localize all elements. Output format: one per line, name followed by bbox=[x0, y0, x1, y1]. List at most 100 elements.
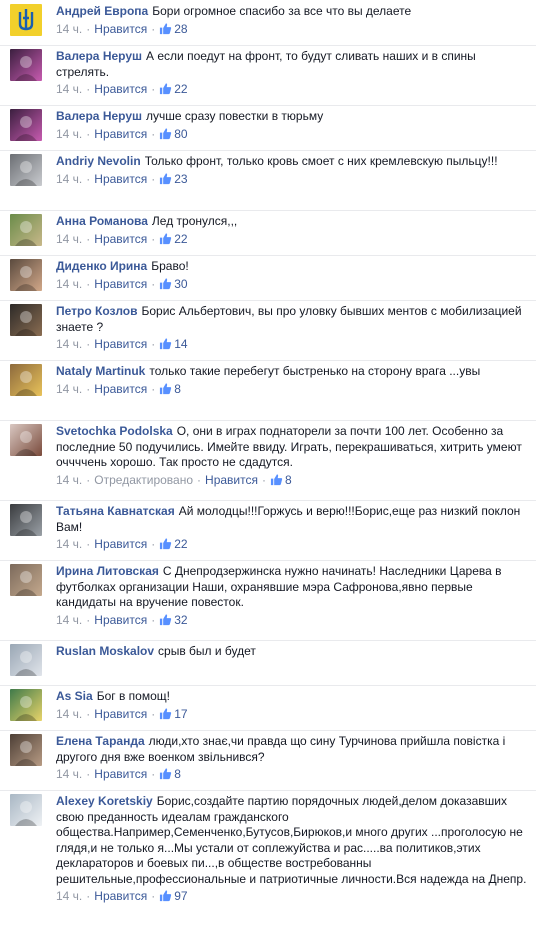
comment-divider bbox=[0, 300, 536, 301]
comment-time[interactable]: 14 ч. bbox=[56, 82, 82, 96]
separator: · bbox=[151, 706, 156, 721]
like-count-button[interactable]: 80 bbox=[159, 127, 188, 141]
comment-message: Браво! bbox=[151, 259, 189, 273]
comment-meta: 14 ч. · Отредактировано · Нравится · 8 bbox=[56, 473, 530, 488]
avatar[interactable] bbox=[10, 689, 42, 721]
comment-author[interactable]: Анна Романова bbox=[56, 214, 148, 228]
comment-time[interactable]: 14 ч. bbox=[56, 613, 82, 627]
comment-author[interactable]: Татьяна Кавнатская bbox=[56, 504, 175, 518]
comment-message: только такие перебегут быстренько на сто… bbox=[149, 364, 481, 378]
like-count-button[interactable]: 8 bbox=[270, 473, 292, 487]
like-button[interactable]: Нравится bbox=[94, 172, 147, 186]
like-count-button[interactable]: 22 bbox=[159, 231, 188, 246]
thumbs-up-icon bbox=[160, 127, 172, 139]
avatar[interactable] bbox=[10, 794, 42, 826]
like-button[interactable]: Нравится bbox=[94, 889, 147, 903]
avatar[interactable] bbox=[10, 504, 42, 536]
like-button[interactable]: Нравится bbox=[94, 613, 147, 627]
comment-author[interactable]: Петро Козлов bbox=[56, 304, 138, 318]
separator: · bbox=[151, 612, 156, 627]
comment-author[interactable]: Svetochka Podolska bbox=[56, 424, 173, 438]
like-button[interactable]: Нравится bbox=[94, 232, 147, 246]
comment-time[interactable]: 14 ч. bbox=[56, 537, 82, 551]
like-count-button[interactable]: 32 bbox=[159, 613, 188, 627]
like-count: 22 bbox=[174, 231, 188, 246]
avatar[interactable] bbox=[10, 304, 42, 336]
avatar[interactable] bbox=[10, 154, 42, 186]
avatar[interactable] bbox=[10, 49, 42, 81]
avatar[interactable] bbox=[10, 734, 42, 766]
comment-author[interactable]: Валера Неруш bbox=[56, 109, 142, 123]
comment-author[interactable]: Ирина Литовская bbox=[56, 564, 159, 578]
comment-meta: 14 ч. · Нравится · 32 bbox=[56, 613, 530, 628]
comment-author[interactable]: Валера Неруш bbox=[56, 49, 142, 63]
like-count-button[interactable]: 14 bbox=[159, 337, 188, 351]
separator: · bbox=[151, 126, 156, 141]
avatar[interactable] bbox=[10, 109, 42, 141]
comment-time[interactable]: 14 ч. bbox=[56, 382, 82, 396]
comment-meta: 14 ч. · Нравится · 14 bbox=[56, 337, 530, 352]
comment-time[interactable]: 14 ч. bbox=[56, 337, 82, 351]
comment-time[interactable]: 14 ч. bbox=[56, 127, 82, 141]
user-photo-icon bbox=[15, 696, 37, 721]
comment-text-block: Петро Козлов Борис Альбертович, вы про ул… bbox=[56, 304, 530, 335]
avatar[interactable] bbox=[10, 259, 42, 291]
comment-time[interactable]: 14 ч. bbox=[56, 889, 82, 903]
separator: · bbox=[86, 276, 91, 291]
comment-author[interactable]: Диденко Ирина bbox=[56, 259, 147, 273]
avatar[interactable] bbox=[10, 4, 42, 36]
like-count-button[interactable]: 17 bbox=[159, 707, 188, 721]
avatar[interactable] bbox=[10, 424, 42, 456]
like-button[interactable]: Нравится bbox=[205, 473, 258, 487]
comment-author[interactable]: Елена Таранда bbox=[56, 734, 145, 748]
comment-author[interactable]: Andriy Nevolin bbox=[56, 154, 141, 168]
like-count-button[interactable]: 30 bbox=[159, 277, 188, 291]
like-count-button[interactable]: 28 bbox=[159, 22, 188, 36]
comment-time[interactable]: 14 ч. bbox=[56, 767, 82, 781]
comment-time[interactable]: 14 ч. bbox=[56, 707, 82, 721]
comment-time[interactable]: 14 ч. bbox=[56, 277, 82, 291]
comment-text-block: Ирина Литовская С Днепродзержинска нужно … bbox=[56, 564, 530, 611]
comment-author[interactable]: Alexey Koretskiy bbox=[56, 794, 153, 808]
like-button[interactable]: Нравится bbox=[94, 22, 147, 36]
like-count-button[interactable]: 8 bbox=[159, 382, 181, 396]
avatar[interactable] bbox=[10, 644, 42, 676]
comment-meta: 14 ч. · Нравится · 8 bbox=[56, 382, 530, 397]
comment-message: Лед тронулся,,, bbox=[151, 214, 238, 228]
like-button[interactable]: Нравится bbox=[94, 707, 147, 721]
like-count-button[interactable]: 23 bbox=[159, 172, 188, 186]
like-button[interactable]: Нравится bbox=[94, 767, 147, 781]
comment-author[interactable]: Nataly Martinuk bbox=[56, 364, 145, 378]
comment-message: срыв был и будет bbox=[158, 644, 256, 658]
thumbs-up-icon bbox=[160, 890, 172, 902]
like-count-button[interactable]: 22 bbox=[159, 537, 188, 551]
like-button[interactable]: Нравится bbox=[94, 82, 147, 96]
comment-time[interactable]: 14 ч. bbox=[56, 22, 82, 36]
comment-time[interactable]: 14 ч. bbox=[56, 172, 82, 186]
like-button[interactable]: Нравится bbox=[94, 127, 147, 141]
comment-author[interactable]: Андрей Европа bbox=[56, 4, 148, 18]
comment-time[interactable]: 14 ч. bbox=[56, 473, 82, 487]
like-count: 8 bbox=[174, 381, 181, 396]
comment-time[interactable]: 14 ч. bbox=[56, 232, 82, 246]
like-count-button[interactable]: 8 bbox=[159, 767, 181, 781]
separator: · bbox=[151, 276, 156, 291]
avatar[interactable] bbox=[10, 214, 42, 246]
comment-text-block: Alexey Koretskiy Борис,создайте партию по… bbox=[56, 794, 530, 887]
like-button[interactable]: Нравится bbox=[94, 382, 147, 396]
like-count-button[interactable]: 97 bbox=[159, 889, 188, 903]
comment-divider bbox=[0, 420, 536, 421]
separator: · bbox=[86, 337, 91, 351]
like-button[interactable]: Нравится bbox=[94, 337, 147, 351]
edited-label[interactable]: Отредактировано bbox=[94, 473, 193, 487]
avatar[interactable] bbox=[10, 564, 42, 596]
comment-author[interactable]: As Sia bbox=[56, 689, 93, 703]
like-count-button[interactable]: 22 bbox=[159, 82, 188, 96]
separator: · bbox=[86, 82, 91, 96]
comment-text-block: Ruslan Moskalov срыв был и будет bbox=[56, 644, 530, 660]
like-button[interactable]: Нравится bbox=[94, 537, 147, 551]
separator: · bbox=[86, 381, 91, 396]
like-button[interactable]: Нравится bbox=[94, 277, 147, 291]
avatar[interactable] bbox=[10, 364, 42, 396]
comment-author[interactable]: Ruslan Moskalov bbox=[56, 644, 154, 658]
